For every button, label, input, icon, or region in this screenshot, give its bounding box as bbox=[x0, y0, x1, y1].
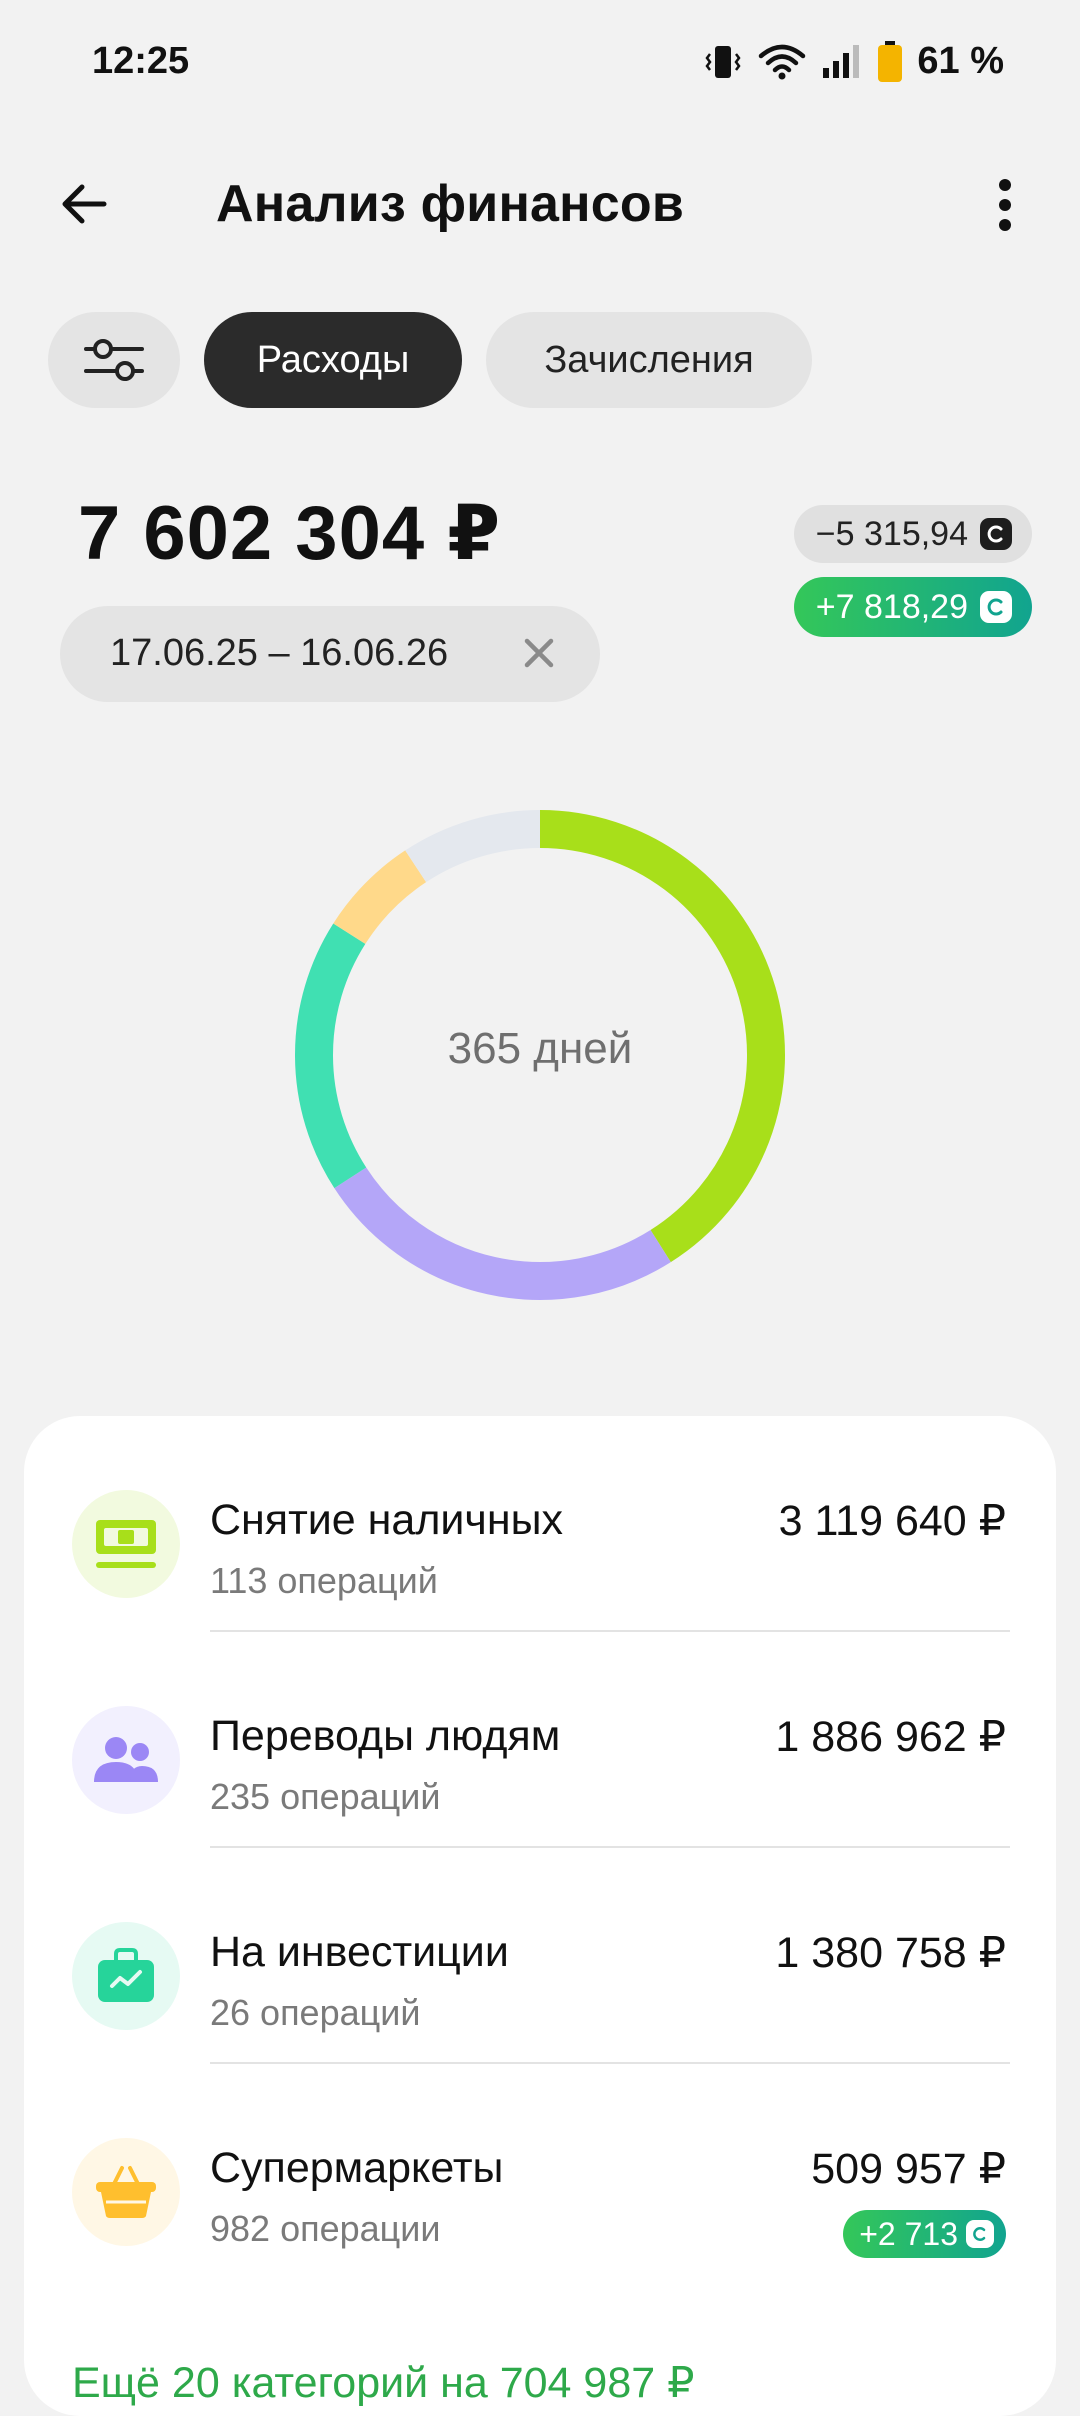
category-name: Снятие наличных bbox=[210, 1496, 563, 1544]
category-amount: 3 119 640 ₽ bbox=[778, 1497, 1006, 1545]
category-bonus-badge: +2 713 bbox=[843, 2210, 1006, 2258]
category-count: 982 операции bbox=[210, 2208, 441, 2249]
category-icon-bg bbox=[72, 2138, 180, 2246]
date-range-chip[interactable]: 17.06.25 – 16.06.26 bbox=[60, 606, 600, 702]
donut-center-label: 365 дней bbox=[447, 1024, 633, 1073]
bonus-coin-icon bbox=[980, 591, 1012, 623]
category-amount: 1 886 962 ₽ bbox=[775, 1713, 1006, 1761]
category-amount: 509 957 ₽ bbox=[811, 2145, 1006, 2193]
more-menu-button[interactable] bbox=[970, 170, 1040, 240]
category-row-supermarkets[interactable]: Супермаркеты 982 операции 509 957 ₽ +2 7… bbox=[24, 2064, 1056, 2280]
category-row-investments[interactable]: На инвестиции 26 операций 1 380 758 ₽ bbox=[24, 1848, 1056, 2064]
sliders-icon bbox=[84, 339, 144, 381]
category-name: Супермаркеты bbox=[210, 2144, 504, 2192]
more-vertical-icon bbox=[999, 179, 1011, 231]
battery-icon bbox=[877, 40, 903, 83]
bonus-spent-badge[interactable]: −5 315,94 bbox=[793, 505, 1032, 563]
clear-date-button[interactable] bbox=[514, 628, 564, 678]
page-title: Анализ финансов bbox=[216, 175, 685, 233]
signal-icon bbox=[821, 42, 863, 82]
category-row-transfers[interactable]: Переводы людям 235 операций 1 886 962 ₽ bbox=[24, 1632, 1056, 1848]
filter-chips: Расходы Зачисления bbox=[48, 312, 812, 408]
cash-icon bbox=[96, 1520, 156, 1568]
date-range-text: 17.06.25 – 16.06.26 bbox=[110, 632, 449, 674]
bonus-earned-badge[interactable]: +7 818,29 bbox=[793, 577, 1032, 637]
categories-card: Снятие наличных 113 операций 3 119 640 ₽… bbox=[24, 1416, 1056, 2416]
tab-income[interactable]: Зачисления bbox=[486, 312, 812, 408]
battery-percent: 61 % bbox=[917, 40, 1004, 82]
category-icon-bg bbox=[72, 1706, 180, 1814]
briefcase-icon bbox=[98, 1948, 154, 2002]
basket-icon bbox=[96, 2166, 156, 2218]
bonus-coin-icon bbox=[980, 518, 1012, 550]
category-icon-bg bbox=[72, 1922, 180, 2030]
total-amount: 7 602 304 ₽ bbox=[78, 491, 502, 576]
more-categories-link[interactable]: Ещё 20 категорий на 704 987 ₽ bbox=[72, 2358, 694, 2408]
category-icon-bg bbox=[72, 1490, 180, 1598]
app-header: Анализ финансов bbox=[0, 150, 1080, 260]
donut-slice-3 bbox=[333, 850, 427, 945]
people-icon bbox=[94, 1737, 158, 1782]
bonus-earned-value: +7 818,29 bbox=[815, 587, 968, 626]
bonus-coin-icon bbox=[966, 2220, 994, 2248]
back-button[interactable] bbox=[52, 172, 116, 236]
status-time: 12:25 bbox=[92, 40, 190, 82]
status-icons: 61 % bbox=[703, 40, 1004, 83]
close-icon bbox=[524, 638, 554, 668]
category-count: 26 операций bbox=[210, 1992, 421, 2033]
tab-expenses[interactable]: Расходы bbox=[204, 312, 462, 408]
category-name: На инвестиции bbox=[210, 1928, 509, 1976]
bonus-spent-value: −5 315,94 bbox=[815, 514, 968, 553]
vibrate-icon bbox=[703, 42, 743, 82]
filter-settings-button[interactable] bbox=[48, 312, 180, 408]
category-count: 235 операций bbox=[210, 1776, 441, 1817]
donut-slice-1 bbox=[334, 1167, 671, 1300]
category-bonus-value: +2 713 bbox=[859, 2215, 958, 2252]
arrow-left-icon bbox=[62, 184, 107, 224]
donut-slice-4 bbox=[405, 810, 541, 883]
status-bar: 12:25 61 % bbox=[0, 0, 1080, 130]
category-row-cash[interactable]: Снятие наличных 113 операций 3 119 640 ₽ bbox=[24, 1416, 1056, 1632]
category-amount: 1 380 758 ₽ bbox=[775, 1929, 1006, 1977]
category-name: Переводы людям bbox=[210, 1712, 561, 1760]
wifi-icon bbox=[757, 42, 807, 82]
category-count: 113 операций bbox=[210, 1560, 438, 1601]
